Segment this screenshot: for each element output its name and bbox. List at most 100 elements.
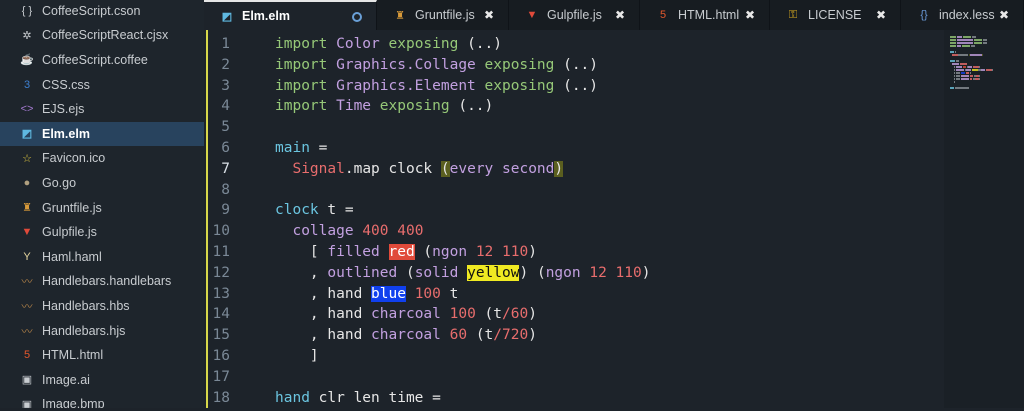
minimap-mark bbox=[966, 72, 969, 74]
minimap-mark bbox=[957, 45, 961, 47]
code-text: hand clr len time = bbox=[275, 389, 441, 406]
code-line[interactable]: 12 , outlined (solid yellow) (ngon 12 11… bbox=[204, 264, 944, 286]
code-line[interactable]: 5 bbox=[204, 119, 944, 140]
code-line[interactable]: 13 , hand blue 100 t bbox=[204, 285, 944, 307]
minimap-mark bbox=[970, 78, 972, 80]
mustache-icon: 〰 bbox=[21, 325, 33, 338]
sidebar-item-label: Image.ai bbox=[42, 372, 90, 387]
sidebar-item[interactable]: ☕ CoffeeScript.coffee bbox=[0, 48, 204, 73]
minimap-mark bbox=[954, 78, 955, 80]
code-line[interactable]: 6 main = bbox=[204, 140, 944, 161]
sidebar-item[interactable]: 〰 Handlebars.handlebars bbox=[0, 269, 204, 294]
close-tab-icon[interactable]: ✖ bbox=[745, 0, 755, 30]
minimap-mark bbox=[971, 45, 975, 47]
code-line[interactable]: 17 bbox=[204, 369, 944, 390]
sidebar-item[interactable]: ▣ Image.ai bbox=[0, 368, 204, 393]
code-line[interactable]: 3 import Graphics.Element exposing (..) bbox=[204, 78, 944, 99]
sidebar-item[interactable]: ✲ CoffeeScriptReact.cjsx bbox=[0, 23, 204, 48]
line-number: 13 bbox=[212, 285, 230, 302]
sidebar-item[interactable]: ◩ Elm.elm bbox=[0, 121, 204, 147]
code-line[interactable]: 16 ] bbox=[204, 348, 944, 369]
mustache-icon: 〰 bbox=[21, 300, 33, 313]
tab-index-less[interactable]: {} index.less ✖ bbox=[901, 0, 1024, 30]
line-number: 17 bbox=[212, 368, 230, 385]
code-line[interactable]: 4 import Time exposing (..) bbox=[204, 98, 944, 119]
code-text: , hand blue 100 t bbox=[275, 285, 459, 302]
modified-dot-icon[interactable] bbox=[352, 12, 362, 22]
minimap-mark bbox=[956, 69, 964, 71]
mustache-icon: 〰 bbox=[21, 276, 33, 289]
minimap-mark bbox=[956, 78, 960, 80]
minimap-mark bbox=[968, 66, 972, 68]
code-text: collage 400 400 bbox=[292, 223, 424, 240]
minimap-mark bbox=[963, 66, 966, 68]
minimap-mark bbox=[950, 42, 956, 44]
sidebar-item[interactable]: ● Go.go bbox=[0, 171, 204, 196]
minimap-mark bbox=[954, 75, 955, 77]
code-line[interactable]: 7 Signal.map clock (every second) bbox=[204, 160, 944, 182]
tab-label: index.less bbox=[939, 8, 995, 22]
close-tab-icon[interactable]: ✖ bbox=[615, 0, 625, 30]
code-line[interactable]: 10 collage 400 400 bbox=[204, 223, 944, 244]
tab-gruntfile-js[interactable]: ♜ Gruntfile.js ✖ bbox=[377, 0, 509, 30]
minimap[interactable] bbox=[944, 30, 1024, 408]
tab-gulpfile-js[interactable]: ▼ Gulpfile.js ✖ bbox=[509, 0, 640, 30]
sidebar-item[interactable]: ☆ Favicon.ico bbox=[0, 146, 204, 171]
code-line[interactable]: 15 , hand charcoal 60 (t/720) bbox=[204, 327, 944, 348]
close-tab-icon[interactable]: ✖ bbox=[484, 0, 494, 30]
sidebar-item-label: Go.go bbox=[42, 175, 77, 190]
tab-label: Elm.elm bbox=[242, 9, 290, 23]
tab-html-html[interactable]: 5 HTML.html ✖ bbox=[640, 0, 770, 30]
code-line[interactable]: 9 clock t = bbox=[204, 202, 944, 223]
code-line[interactable]: 8 bbox=[204, 182, 944, 203]
image-icon: ▣ bbox=[21, 398, 33, 408]
minimap-mark bbox=[957, 36, 962, 38]
close-tab-icon[interactable]: ✖ bbox=[999, 0, 1009, 30]
sidebar-item[interactable]: 〰 Handlebars.hjs bbox=[0, 318, 204, 343]
code-line[interactable]: 11 [ filled red (ngon 12 110) bbox=[204, 244, 944, 265]
minimap-mark bbox=[960, 63, 967, 65]
code-line[interactable]: 14 , hand charcoal 100 (t/60) bbox=[204, 306, 944, 327]
sidebar-item[interactable]: 〰 Handlebars.hbs bbox=[0, 294, 204, 319]
code-line[interactable]: 1 import Color exposing (..) bbox=[204, 36, 944, 57]
tab-elm-elm[interactable]: ◩ Elm.elm bbox=[204, 0, 377, 30]
minimap-mark bbox=[952, 63, 959, 65]
minimap-mark bbox=[970, 54, 982, 56]
sidebar-item[interactable]: <> EJS.ejs bbox=[0, 97, 204, 122]
sidebar-item-label: Elm.elm bbox=[42, 126, 90, 141]
sidebar-item[interactable]: ▣ Image.bmp bbox=[0, 392, 204, 408]
minimap-mark bbox=[954, 72, 955, 74]
sidebar-item[interactable]: 3 CSS.css bbox=[0, 72, 204, 97]
code-line[interactable]: 18 hand clr len time = bbox=[204, 390, 944, 411]
minimap-mark bbox=[974, 42, 982, 44]
code-editor[interactable]: 1 import Color exposing (..) 2 import Graph… bbox=[204, 30, 944, 408]
braces-icon: { } bbox=[21, 4, 33, 17]
code-line[interactable]: 2 import Graphics.Collage exposing (..) bbox=[204, 57, 944, 78]
coffee-icon: ☕ bbox=[20, 54, 34, 67]
sidebar-item[interactable]: Y Haml.haml bbox=[0, 245, 204, 270]
minimap-mark bbox=[956, 75, 960, 77]
key-icon: ⚿ bbox=[788, 8, 798, 21]
sidebar-item[interactable]: ▼ Gulpfile.js bbox=[0, 220, 204, 245]
sidebar-item-label: Handlebars.hjs bbox=[42, 323, 126, 338]
code-text: Signal.map clock (every second) bbox=[292, 160, 564, 177]
line-number: 8 bbox=[221, 181, 230, 198]
line-number: 5 bbox=[221, 119, 230, 136]
minimap-mark bbox=[992, 69, 993, 71]
gopher-icon: ● bbox=[23, 176, 31, 189]
sidebar-item[interactable]: ♜ Gruntfile.js bbox=[0, 195, 204, 220]
sidebar-item-label: Gruntfile.js bbox=[42, 200, 102, 215]
line-number: 10 bbox=[212, 223, 230, 240]
minimap-mark bbox=[961, 78, 969, 80]
html5-icon: 5 bbox=[659, 9, 667, 21]
sidebar-item[interactable]: 5 HTML.html bbox=[0, 343, 204, 368]
tab-license[interactable]: ⚿ LICENSE ✖ bbox=[770, 0, 901, 30]
close-tab-icon[interactable]: ✖ bbox=[876, 0, 886, 30]
minimap-mark bbox=[972, 36, 976, 38]
html5-icon: 5 bbox=[23, 349, 31, 362]
line-number: 11 bbox=[212, 244, 230, 260]
minimap-mark bbox=[956, 60, 959, 62]
sidebar-item-label: Haml.haml bbox=[42, 249, 102, 264]
sidebar-item[interactable]: { } CoffeeScript.cson bbox=[0, 0, 204, 23]
minimap-mark bbox=[963, 36, 971, 38]
